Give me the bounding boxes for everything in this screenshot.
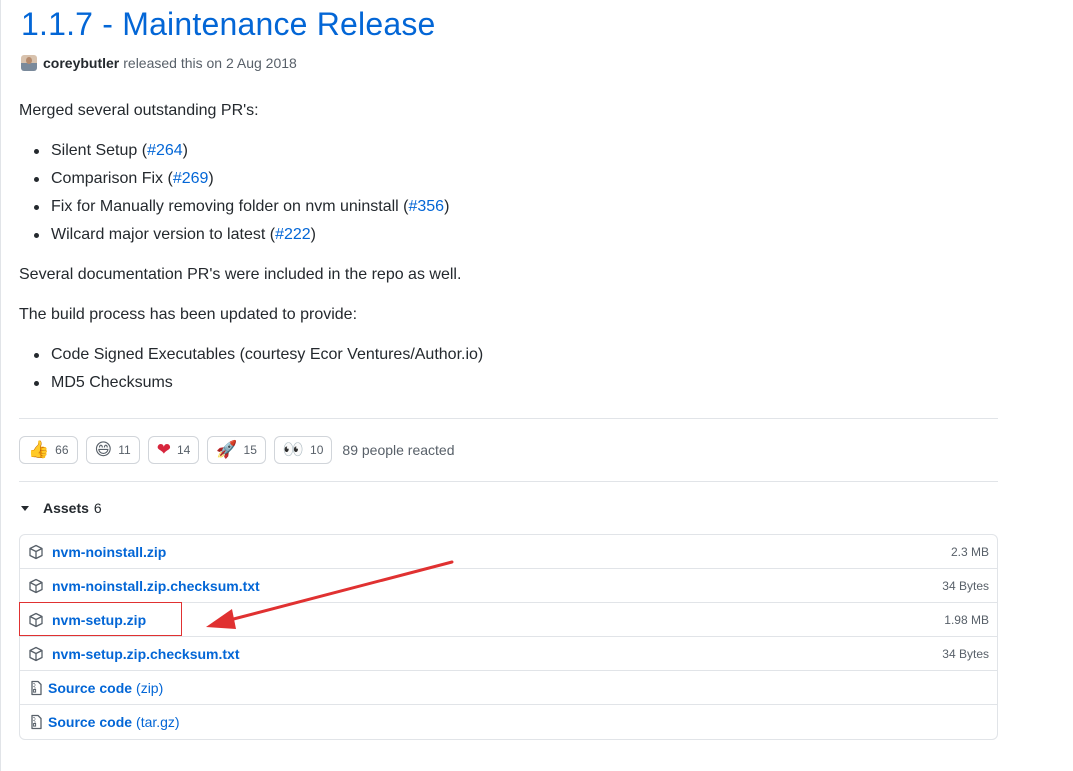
release-panel: 1.1.7 - Maintenance Release coreybutler …: [0, 0, 1001, 771]
asset-row: nvm-setup.zip 1.98 MB: [20, 603, 997, 637]
file-zip-icon: [28, 680, 44, 696]
release-date-text: released this on 2 Aug 2018: [123, 55, 297, 71]
list-item: Comparison Fix (#269): [19, 165, 449, 193]
pr-list: Silent Setup (#264) Comparison Fix (#269…: [19, 137, 449, 249]
assets-count: 6: [93, 500, 102, 516]
pr-link[interactable]: #264: [147, 142, 183, 159]
caret-down-icon: [21, 505, 29, 511]
laugh-icon: 😄: [94, 439, 113, 460]
thumbs-up-icon: 👍: [28, 439, 50, 460]
source-code-targz-link[interactable]: Source code (tar.gz): [48, 714, 180, 730]
package-icon: [28, 612, 44, 628]
divider: [19, 418, 998, 419]
asset-row: nvm-setup.zip.checksum.txt 34 Bytes: [20, 637, 997, 671]
notes-intro: Merged several outstanding PR's:: [19, 102, 259, 119]
docs-line: Several documentation PR's were included…: [19, 266, 462, 283]
build-line: The build process has been updated to pr…: [19, 306, 358, 323]
list-item: Silent Setup (#264): [19, 137, 449, 165]
asset-row: nvm-noinstall.zip.checksum.txt 34 Bytes: [20, 569, 997, 603]
list-item: Wilcard major version to latest (#222): [19, 221, 449, 249]
asset-link[interactable]: nvm-setup.zip: [52, 612, 146, 628]
list-item: Fix for Manually removing folder on nvm …: [19, 193, 449, 221]
asset-size: 2.3 MB: [950, 544, 989, 559]
asset-link[interactable]: nvm-noinstall.zip: [52, 544, 166, 560]
reaction-count: 15: [243, 443, 257, 457]
assets-label: Assets: [43, 500, 89, 516]
asset-row: Source code (tar.gz): [20, 705, 997, 739]
file-zip-icon: [28, 714, 44, 730]
release-meta: coreybutler released this on 2 Aug 2018: [21, 55, 297, 71]
rocket-icon: 🚀: [216, 439, 238, 460]
reaction-heart-button[interactable]: ❤ 14: [147, 436, 200, 464]
assets-list: nvm-noinstall.zip 2.3 MB nvm-noinstall.z…: [19, 534, 998, 740]
release-title[interactable]: 1.1.7 - Maintenance Release: [21, 6, 436, 43]
asset-row: nvm-noinstall.zip 2.3 MB: [20, 535, 997, 569]
assets-toggle[interactable]: Assets 6: [21, 500, 102, 516]
author-link[interactable]: coreybutler: [43, 55, 119, 71]
package-icon: [28, 578, 44, 594]
asset-size: 1.98 MB: [944, 612, 989, 627]
build-list: Code Signed Executables (courtesy Ecor V…: [19, 341, 483, 397]
eyes-icon: 👀: [282, 439, 305, 460]
reaction-count: 10: [310, 443, 324, 457]
list-item: MD5 Checksums: [19, 369, 483, 397]
reaction-eyes-button[interactable]: 👀 10: [273, 436, 333, 464]
source-code-zip-link[interactable]: Source code (zip): [48, 680, 163, 696]
pr-link[interactable]: #269: [173, 170, 209, 187]
package-icon: [28, 646, 44, 662]
reaction-rocket-button[interactable]: 🚀 15: [207, 436, 266, 464]
reaction-count: 14: [176, 443, 191, 457]
heart-icon: ❤: [156, 439, 171, 460]
package-icon: [28, 544, 44, 560]
pr-link[interactable]: #356: [408, 198, 444, 215]
divider: [19, 481, 998, 482]
asset-size: 34 Bytes: [942, 578, 989, 593]
reaction-count: 66: [55, 443, 69, 457]
reaction-laugh-button[interactable]: 😄 11: [85, 436, 140, 464]
list-item: Code Signed Executables (courtesy Ecor V…: [19, 341, 483, 369]
asset-link[interactable]: nvm-noinstall.zip.checksum.txt: [52, 578, 260, 594]
asset-link[interactable]: nvm-setup.zip.checksum.txt: [52, 646, 240, 662]
reaction-thumbs-up-button[interactable]: 👍 66: [19, 436, 78, 464]
pr-link[interactable]: #222: [275, 226, 311, 243]
asset-size: 34 Bytes: [942, 646, 989, 661]
reactions-bar: 👍 66 😄 11 ❤ 14 🚀 15 👀 10 89 people react…: [19, 436, 455, 464]
reactions-summary: 89 people reacted: [342, 442, 455, 458]
asset-row: Source code (zip): [20, 671, 997, 705]
avatar[interactable]: [21, 55, 37, 71]
reaction-count: 11: [118, 443, 131, 457]
